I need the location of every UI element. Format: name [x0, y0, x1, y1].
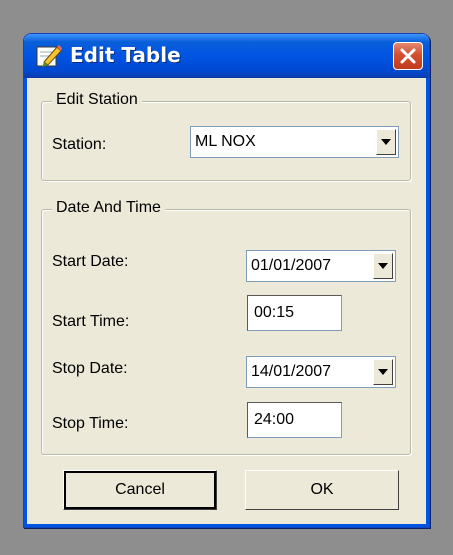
stop-date-picker[interactable]: 14/01/2007	[246, 356, 396, 388]
start-date-label: Start Date:	[52, 253, 129, 270]
date-time-legend: Date And Time	[52, 199, 165, 217]
stop-time-value: 24:00	[254, 411, 295, 428]
start-date-dropdown-button[interactable]	[373, 253, 393, 279]
start-date-picker[interactable]: 01/01/2007	[246, 250, 396, 282]
station-value: ML NOX	[195, 133, 256, 150]
title-bar[interactable]: Edit Table	[24, 34, 429, 78]
edit-station-group: Edit Station Station: ML NOX	[41, 91, 411, 181]
edit-station-legend: Edit Station	[52, 91, 142, 109]
ok-button[interactable]: OK	[245, 470, 399, 510]
edit-table-dialog: Edit Table Edit Station Station: ML NOX …	[23, 33, 430, 528]
window-frame-left	[24, 78, 27, 527]
station-label: Station:	[52, 136, 107, 153]
start-time-value: 00:15	[254, 304, 295, 321]
station-dropdown-button[interactable]	[376, 129, 396, 155]
stop-time-label: Stop Time:	[52, 415, 129, 432]
stop-time-field[interactable]: 24:00	[247, 402, 342, 438]
chevron-down-icon	[381, 139, 391, 145]
stop-date-value: 14/01/2007	[251, 363, 332, 380]
cancel-button[interactable]: Cancel	[63, 470, 217, 510]
start-time-label: Start Time:	[52, 313, 130, 330]
start-date-value: 01/01/2007	[251, 257, 332, 274]
window-title: Edit Table	[70, 43, 181, 67]
chevron-down-icon	[378, 369, 388, 375]
stop-date-label: Stop Date:	[52, 360, 128, 377]
start-time-field[interactable]: 00:15	[247, 295, 342, 331]
window-frame-right	[426, 78, 429, 527]
window-frame-bottom	[24, 524, 429, 527]
stop-date-dropdown-button[interactable]	[373, 359, 393, 385]
station-select[interactable]: ML NOX	[190, 126, 399, 158]
edit-pencil-icon	[36, 45, 62, 67]
close-button[interactable]	[393, 42, 423, 70]
date-time-group: Date And Time Start Date: 01/01/2007 Sta…	[41, 199, 411, 455]
chevron-down-icon	[378, 263, 388, 269]
close-icon	[400, 48, 416, 64]
